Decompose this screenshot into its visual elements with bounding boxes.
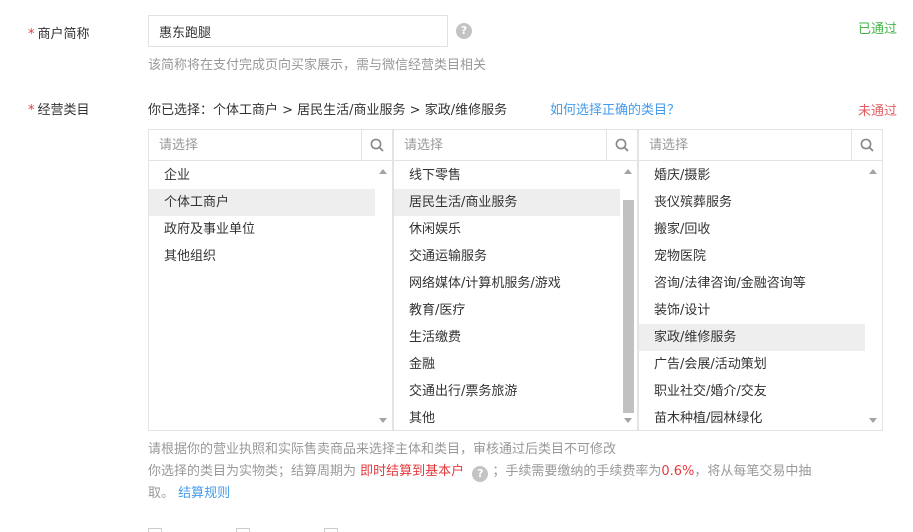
settlement-rules-link[interactable]: 结算规则 <box>178 486 230 501</box>
checkbox[interactable] <box>324 528 339 532</box>
required-mark: * <box>28 27 35 42</box>
scroll-up-icon[interactable] <box>379 169 387 174</box>
category-list: 婚庆/摄影 丧仪殡葬服务 搬家/回收 宠物医院 咨询/法律咨询/金融咨询等 装饰… <box>639 162 865 430</box>
scrollbar-thumb[interactable] <box>623 200 634 413</box>
list-item[interactable]: 休闲娱乐 <box>394 216 620 243</box>
merchant-name-status: 已通过 <box>857 22 897 37</box>
list-item[interactable]: 搬家/回收 <box>639 216 865 243</box>
list-item[interactable]: 交通出行/票务旅游 <box>394 378 620 405</box>
column-3-search-input[interactable] <box>639 130 852 160</box>
settlement-cycle: 即时结算到基本户 <box>360 464 465 479</box>
scrollbar[interactable] <box>375 162 392 430</box>
settlement-note: 你选择的类目为实物类；结算周期为 即时结算到基本户 ? ；手续需要缴纳的手续费率为… <box>148 464 812 482</box>
search-icon[interactable] <box>361 130 392 160</box>
fee-rate: 0.6% <box>661 464 695 479</box>
scroll-up-icon[interactable] <box>869 169 877 174</box>
list-item[interactable]: 咨询/法律咨询/金融咨询等 <box>639 270 865 297</box>
list-item[interactable]: 广告/会展/活动策划 <box>639 351 865 378</box>
merchant-name-label: * 商户简称 <box>28 27 90 42</box>
scroll-down-icon[interactable] <box>624 418 632 423</box>
column-search <box>639 130 882 161</box>
scroll-up-icon[interactable] <box>624 169 632 174</box>
question-circle-icon[interactable]: ? <box>472 466 489 482</box>
category-column-3: 婚庆/摄影 丧仪殡葬服务 搬家/回收 宠物医院 咨询/法律咨询/金融咨询等 装饰… <box>638 129 883 431</box>
question-circle-icon[interactable]: ? <box>456 23 472 39</box>
scrollbar[interactable] <box>620 162 637 430</box>
category-status: 未通过 <box>857 104 897 119</box>
search-icon[interactable] <box>606 130 637 160</box>
list-item[interactable]: 居民生活/商业服务 <box>394 189 620 216</box>
list-item[interactable]: 交通运输服务 <box>394 243 620 270</box>
list-item[interactable]: 装饰/设计 <box>639 297 865 324</box>
category-list: 线下零售 居民生活/商业服务 休闲娱乐 交通运输服务 网络媒体/计算机服务/游戏… <box>394 162 620 430</box>
checkbox[interactable] <box>148 528 162 532</box>
list-item[interactable]: 生活缴费 <box>394 324 620 351</box>
column-2-search-input[interactable] <box>394 130 607 160</box>
next-row-partial <box>28 526 508 532</box>
settlement-note-cont: 取。 结算规则 <box>148 486 231 501</box>
checkbox[interactable] <box>236 528 251 532</box>
column-search <box>149 130 392 161</box>
list-item[interactable]: 金融 <box>394 351 620 378</box>
list-item[interactable]: 教育/医疗 <box>394 297 620 324</box>
list-item[interactable]: 企业 <box>149 162 375 189</box>
scroll-down-icon[interactable] <box>379 418 387 423</box>
list-item[interactable]: 宠物医院 <box>639 243 865 270</box>
category-column-1: 企业 个体工商户 政府及事业单位 其他组织 <box>148 129 393 431</box>
list-item[interactable]: 政府及事业单位 <box>149 216 375 243</box>
scroll-down-icon[interactable] <box>869 418 877 423</box>
list-item[interactable]: 家政/维修服务 <box>639 324 865 351</box>
column-1-search-input[interactable] <box>149 130 362 160</box>
column-search <box>394 130 637 161</box>
list-item[interactable]: 网络媒体/计算机服务/游戏 <box>394 270 620 297</box>
search-icon[interactable] <box>851 130 882 160</box>
scrollbar[interactable] <box>865 162 882 430</box>
category-column-2: 线下零售 居民生活/商业服务 休闲娱乐 交通运输服务 网络媒体/计算机服务/游戏… <box>393 129 638 431</box>
list-item[interactable]: 其他组织 <box>149 243 375 270</box>
list-item[interactable]: 丧仪殡葬服务 <box>639 189 865 216</box>
list-item[interactable]: 婚庆/摄影 <box>639 162 865 189</box>
merchant-name-input[interactable] <box>148 15 448 47</box>
list-item[interactable]: 苗木种植/园林绿化 <box>639 405 865 432</box>
list-item[interactable]: 职业社交/婚介/交友 <box>639 378 865 405</box>
list-item[interactable]: 个体工商户 <box>149 189 375 216</box>
how-to-choose-link[interactable]: 如何选择正确的类目？ <box>550 99 680 118</box>
category-label: * 经营类目 <box>28 103 90 118</box>
selected-category-path: 你已选择：个体工商户 > 居民生活/商业服务 > 家政/维修服务 <box>148 103 508 118</box>
category-note: 请根据你的营业执照和实际售卖商品来选择主体和类目，审核通过后类目不可修改 <box>148 442 617 457</box>
list-item[interactable]: 线下零售 <box>394 162 620 189</box>
list-item[interactable]: 其他 <box>394 405 620 432</box>
merchant-name-hint: 该简称将在支付完成页向买家展示，需与微信经营类目相关 <box>148 58 487 73</box>
category-list: 企业 个体工商户 政府及事业单位 其他组织 <box>149 162 375 430</box>
required-mark: * <box>28 103 35 118</box>
